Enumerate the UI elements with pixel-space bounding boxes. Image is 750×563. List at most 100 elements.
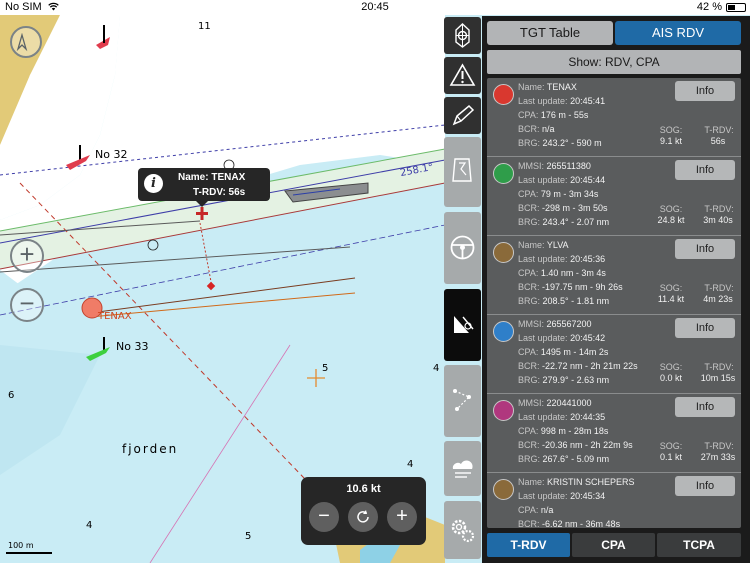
sog-label: SOG: [659, 441, 683, 451]
compass-icon [455, 23, 470, 48]
sog-label: SOG: [659, 362, 683, 372]
depth-label: 5 [322, 363, 329, 374]
warning-button[interactable] [444, 57, 481, 94]
target-info-button[interactable]: Info [675, 397, 735, 417]
sort-cpa-tab[interactable]: CPA [572, 533, 655, 557]
target-list[interactable]: Name: TENAX Last update: 20:45:41 CPA: 176… [487, 78, 741, 528]
trdv-value: 3m 40s [703, 215, 733, 225]
sort-trdv-tab[interactable]: T-RDV [487, 533, 570, 557]
ais-button[interactable] [444, 289, 481, 361]
weather-icon [452, 460, 473, 478]
last-update-line: Last update: 20:45:36 [518, 254, 606, 264]
target-color-icon [493, 242, 514, 263]
trdv-value: 56s [710, 136, 726, 146]
bcr-line: BCR: -20.36 nm - 2h 22m 9s [518, 440, 633, 450]
last-update-line: Last update: 20:45:41 [518, 96, 606, 106]
weather-button[interactable] [444, 441, 481, 496]
target-callout[interactable]: i Name: TENAX T-RDV: 56s [138, 168, 270, 207]
ais-icon [454, 316, 474, 333]
target-info-button[interactable]: Info [675, 476, 735, 496]
target-color-icon [493, 479, 514, 500]
compass-button[interactable] [444, 17, 481, 54]
target-info-button[interactable]: Info [675, 160, 735, 180]
cpa-line: CPA: 1495 m - 14m 2s [518, 347, 609, 357]
speed-increase-button[interactable]: + [387, 502, 417, 532]
sog-value: 11.4 kt [657, 294, 685, 304]
trdv-value: 27m 33s [700, 452, 736, 462]
target-row[interactable]: Name: YLVA Last update: 20:45:36 CPA: 1.40… [487, 236, 741, 315]
route-button[interactable] [444, 137, 481, 207]
cpa-line: CPA: n/a [518, 505, 554, 515]
tenax-map-label: TENAX [98, 311, 132, 322]
annotate-button[interactable] [444, 97, 481, 134]
speed-readout: 10.6 kt [346, 483, 381, 495]
target-info-button[interactable]: Info [675, 318, 735, 338]
zoom-in-button[interactable]: + [10, 239, 44, 273]
depth-label: 5 [245, 531, 252, 542]
trdv-label: T-RDV: [704, 441, 734, 451]
target-id-line: MMSI: 265567200 [518, 319, 592, 329]
target-id-line: Name: YLVA [518, 240, 569, 250]
sog-label: SOG: [659, 125, 683, 135]
ais-panel: TGT Table AIS RDV Show: RDV, CPA Name: T… [482, 16, 750, 563]
target-id-line: MMSI: 265511380 [518, 161, 591, 171]
target-color-icon [493, 163, 514, 184]
trdv-label: T-RDV: [704, 362, 734, 372]
trdv-label: T-RDV: [704, 125, 734, 135]
waypoints-button[interactable] [444, 365, 481, 437]
speed-reset-button[interactable] [348, 502, 378, 532]
sog-value: 9.1 kt [659, 136, 682, 146]
warning-icon [449, 63, 476, 86]
bcr-line: BCR: -197.75 nm - 9h 26s [518, 282, 623, 292]
route-icon [452, 158, 472, 182]
cpa-line: CPA: 998 m - 28m 18s [518, 426, 609, 436]
trdv-label: T-RDV: [704, 204, 734, 214]
settings-button[interactable] [444, 501, 481, 559]
target-row[interactable]: MMSI: 265511380 Last update: 20:45:44 CPA:… [487, 157, 741, 236]
tab-ais-rdv[interactable]: AIS RDV [615, 21, 741, 45]
steering-button[interactable] [444, 212, 481, 284]
trdv-value: 10m 15s [700, 373, 736, 383]
speed-decrease-button[interactable]: − [309, 502, 339, 532]
sog-label: SOG: [659, 204, 683, 214]
target-row[interactable]: Name: TENAX Last update: 20:45:41 CPA: 176… [487, 78, 741, 157]
steering-wheel-icon [450, 235, 475, 260]
clock: 20:45 [361, 1, 389, 13]
callout-pointer [196, 201, 208, 207]
trdv-label: T-RDV: [704, 283, 734, 293]
depth-label: 4 [407, 459, 414, 470]
north-up-button[interactable] [10, 26, 42, 58]
target-info-button[interactable]: Info [675, 81, 735, 101]
target-row[interactable]: Name: KRISTIN SCHEPERS Last update: 20:45… [487, 473, 741, 528]
target-id-line: Name: TENAX [518, 82, 577, 92]
sort-tcpa-tab[interactable]: TCPA [657, 533, 741, 557]
bcr-line: BCR: -298 m - 3m 50s [518, 203, 608, 213]
brg-line: BRG: 243.2° - 590 m [518, 138, 602, 148]
depth-label: 4 [86, 520, 93, 531]
pencil-icon [452, 104, 475, 126]
cpa-line: CPA: 79 m - 3m 34s [518, 189, 599, 199]
zoom-out-button[interactable]: − [10, 288, 44, 322]
brg-line: BRG: 208.5° - 1.81 nm [518, 296, 610, 306]
refresh-icon [357, 510, 369, 523]
brg-line: BRG: 267.6° - 5.09 nm [518, 454, 610, 464]
battery-icon [726, 3, 746, 12]
cpa-line: CPA: 1.40 nm - 3m 4s [518, 268, 606, 278]
bcr-line: BCR: n/a [518, 124, 555, 134]
target-row[interactable]: MMSI: 220441000 Last update: 20:44:35 CPA:… [487, 394, 741, 473]
settings-icon [451, 519, 475, 543]
bcr-line: BCR: -22.72 nm - 2h 21m 22s [518, 361, 638, 371]
target-info-button[interactable]: Info [675, 239, 735, 259]
target-row[interactable]: MMSI: 265567200 Last update: 20:45:42 CPA:… [487, 315, 741, 394]
info-icon[interactable]: i [144, 174, 163, 193]
trdv-value: 4m 23s [703, 294, 733, 304]
status-bar: No SIM 20:45 42 % [0, 0, 750, 15]
tab-tgt-table[interactable]: TGT Table [487, 21, 613, 45]
fjorden-label: fjorden [122, 442, 179, 456]
show-filter[interactable]: Show: RDV, CPA [487, 50, 741, 74]
last-update-line: Last update: 20:44:35 [518, 412, 606, 422]
brg-line: BRG: 279.9° - 2.63 nm [518, 375, 610, 385]
target-color-icon [493, 321, 514, 342]
target-color-icon [493, 84, 514, 105]
callout-trdv: T-RDV: 56s [193, 187, 246, 198]
